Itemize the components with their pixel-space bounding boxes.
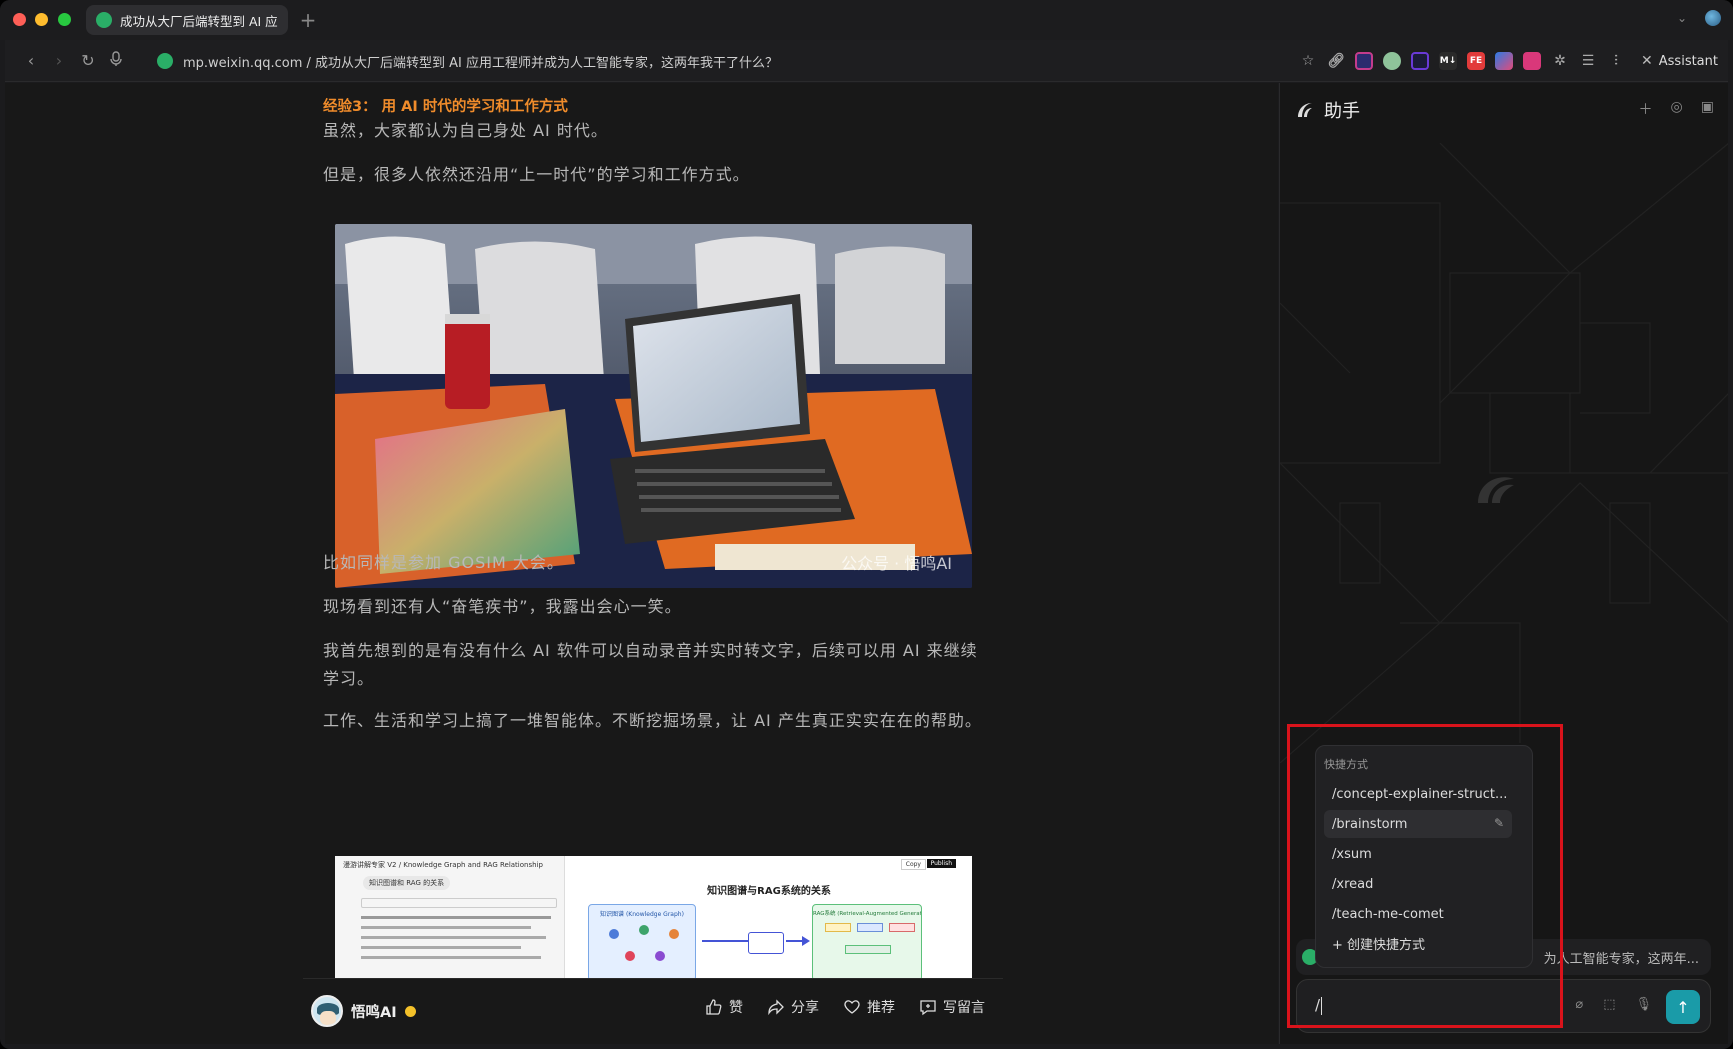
screenshot-rag-label: RAG系统 (Retrieval-Augmented Generation) xyxy=(813,911,921,917)
recommend-label: 推荐 xyxy=(867,1000,895,1016)
profile-globe-icon[interactable] xyxy=(1705,10,1721,26)
background-pattern xyxy=(1280,143,1728,763)
reload-icon[interactable]: ↻ xyxy=(78,51,98,71)
markdown-extension-icon[interactable]: M↓ xyxy=(1439,52,1458,70)
comet-logo-watermark xyxy=(1478,477,1514,503)
screenshot-kg-box: 知识图谱 (Knowledge Graph) xyxy=(588,904,696,981)
screenshot-chip: 知识图谱和 RAG 的关系 xyxy=(363,876,451,890)
new-tab-button[interactable]: + xyxy=(298,8,318,32)
puzzle-extensions-icon[interactable]: ✲ xyxy=(1551,52,1569,70)
wechat-icon xyxy=(157,53,173,69)
panel-title: 助手 xyxy=(1324,101,1360,122)
heart-icon xyxy=(844,1000,860,1014)
like-button[interactable]: 赞 xyxy=(705,997,743,1017)
author-info[interactable]: 悟鸣AI xyxy=(311,995,416,1027)
comment-button[interactable]: 写留言 xyxy=(919,997,985,1017)
copy-link-icon[interactable]: 🔗︎ xyxy=(1327,52,1345,70)
context-chip-text: 为人工智能专家，这两年... xyxy=(1543,951,1699,967)
share-label: 分享 xyxy=(791,1000,819,1016)
reader-list-icon[interactable]: ☰ xyxy=(1579,52,1597,70)
paragraph: 比如同样是参加 GOSIM 大会。 xyxy=(323,553,564,572)
paragraph: 但是，很多人依然还沿用“上一时代”的学习和工作方式。 xyxy=(323,165,750,184)
avatar xyxy=(311,995,343,1027)
microphone-icon[interactable]: 🎙︎ xyxy=(1635,997,1652,1012)
screenshot-diagram-pane: Copy Publish 知识图谱与RAG系统的关系 知识图谱 (Knowled… xyxy=(566,856,972,981)
tab-list-chevron-icon[interactable]: ⌄ xyxy=(1677,11,1687,25)
recommend-button[interactable]: 推荐 xyxy=(843,997,895,1017)
conference-photo: 公众号 · 悟鸣AI xyxy=(335,224,972,588)
green-circle-extension-icon[interactable] xyxy=(1383,52,1402,70)
tab-strip: 成功从大厂后端转型到 AI 应用 + ⌄ xyxy=(0,0,1733,40)
back-icon[interactable]: ‹ xyxy=(21,51,41,71)
comment-label: 写留言 xyxy=(943,1000,985,1016)
screenshot-extension-icon[interactable] xyxy=(1355,52,1374,70)
comment-icon xyxy=(920,1000,936,1016)
pink-extension-icon[interactable] xyxy=(1523,52,1542,70)
screenshot-publish: Publish xyxy=(926,859,956,868)
history-icon[interactable]: ▣ xyxy=(1701,99,1714,119)
new-chat-icon[interactable]: ＋ xyxy=(1639,99,1653,119)
comet-logo-icon xyxy=(1298,103,1312,117)
fingerprint-icon[interactable]: ◎ xyxy=(1671,99,1683,119)
wechat-icon xyxy=(96,12,112,28)
share-button[interactable]: 分享 xyxy=(767,997,819,1017)
browser-window: 成功从大厂后端转型到 AI 应用 + ⌄ ‹ › ↻ mp.weixin.qq.… xyxy=(0,0,1733,1049)
screenshot-copy: Copy xyxy=(900,859,926,870)
audio-wave-icon[interactable]: ⫶ xyxy=(1607,52,1625,70)
maximize-window-button[interactable] xyxy=(58,13,71,26)
colorful-extension-icon[interactable] xyxy=(1495,52,1514,70)
red-highlight-annotation xyxy=(1287,724,1563,1028)
browser-toolbar: ‹ › ↻ mp.weixin.qq.com / 成功从大厂后端转型到 AI 应… xyxy=(5,40,1728,82)
assistant-label: Assistant xyxy=(1658,53,1718,69)
screenshot-breadcrumb: 漫游讲解专家 V2 / Knowledge Graph and RAG Rela… xyxy=(343,861,543,869)
section-title: 经验3： 用 AI 时代的学习和工作方式 xyxy=(323,99,568,115)
minimize-window-button[interactable] xyxy=(35,13,48,26)
paragraph: 现场看到还有人“奋笔疾书”，我露出会心一笑。 xyxy=(323,597,682,616)
like-label: 赞 xyxy=(729,1000,743,1016)
article-viewport[interactable]: 经验3： 用 AI 时代的学习和工作方式 虽然，大家都认为自己身处 AI 时代。… xyxy=(5,83,1278,1044)
verified-badge-icon xyxy=(404,1005,416,1017)
assistant-toggle-button[interactable]: ✕ Assistant xyxy=(1641,53,1718,69)
arrow-up-icon: ↑ xyxy=(1676,997,1690,1017)
tab-title: 成功从大厂后端转型到 AI 应用 xyxy=(120,13,278,29)
capture-extension-icon[interactable] xyxy=(1411,52,1430,70)
fe-extension-icon[interactable]: FE xyxy=(1467,52,1486,70)
forward-icon[interactable]: › xyxy=(49,51,69,71)
screen-select-icon[interactable]: ⬚ xyxy=(1603,997,1615,1012)
active-tab[interactable]: 成功从大厂后端转型到 AI 应用 xyxy=(86,5,288,35)
screenshot-chat-pane: 漫游讲解专家 V2 / Knowledge Graph and RAG Rela… xyxy=(335,856,565,981)
embedded-screenshot: 漫游讲解专家 V2 / Knowledge Graph and RAG Rela… xyxy=(335,856,972,981)
microphone-icon[interactable] xyxy=(106,51,126,71)
address-bar[interactable]: mp.weixin.qq.com / 成功从大厂后端转型到 AI 应用工程师并成… xyxy=(183,52,778,71)
thumbs-up-icon xyxy=(706,999,722,1015)
screenshot-diagram-title: 知识图谱与RAG系统的关系 xyxy=(707,886,831,897)
send-button[interactable]: ↑ xyxy=(1666,990,1700,1024)
bookmark-star-icon[interactable]: ☆ xyxy=(1299,52,1317,70)
conference-photo-illustration xyxy=(335,224,972,588)
screenshot-rag-box: RAG系统 (Retrieval-Augmented Generation) xyxy=(812,904,922,981)
paragraph: 虽然，大家都认为自己身处 AI 时代。 xyxy=(323,121,608,140)
paragraph: 我首先想到的是有没有什么 AI 软件可以自动录音并实时转文字，后续可以用 AI … xyxy=(323,641,978,688)
screenshot-kg-label: 知识图谱 (Knowledge Graph) xyxy=(600,911,684,918)
close-icon: ✕ xyxy=(1641,53,1653,69)
author-name: 悟鸣AI xyxy=(351,1004,397,1021)
share-icon xyxy=(768,999,784,1016)
article-bottom-bar: 悟鸣AI 赞 分享 推荐 写留言 xyxy=(303,978,1003,1042)
attach-icon[interactable]: ⌀ xyxy=(1575,997,1583,1012)
close-window-button[interactable] xyxy=(13,13,26,26)
paragraph: 工作、生活和学习上搞了一堆智能体。不断挖掘场景，让 AI 产生真正实实在在的帮助… xyxy=(323,711,982,730)
